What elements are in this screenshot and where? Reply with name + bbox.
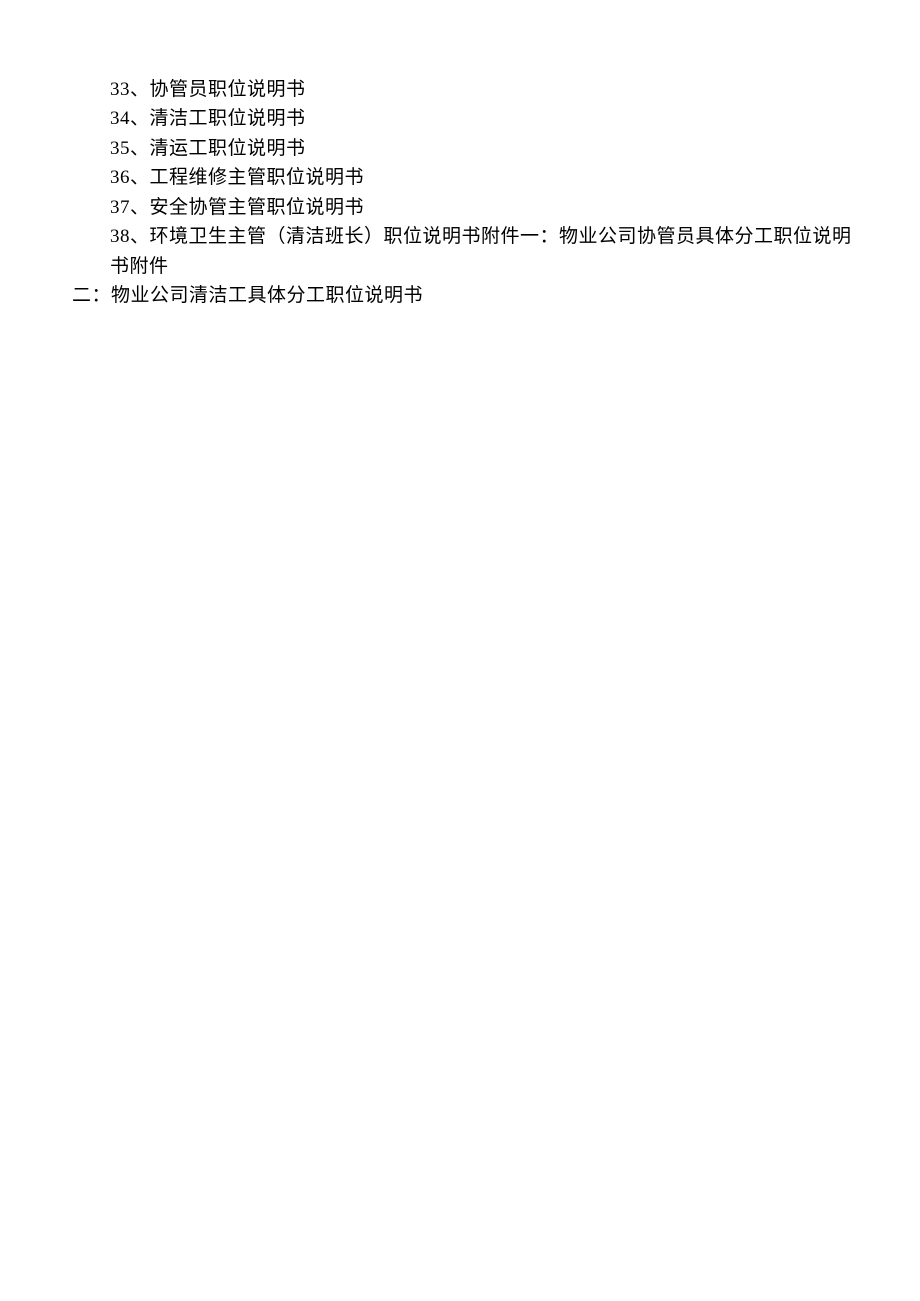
item-text: 、安全协管主管职位说明书 [130,197,364,218]
list-item: 35、清运工职位说明书 [72,134,865,163]
item-number: 33 [110,79,130,100]
item-text: 、协管员职位说明书 [130,79,306,100]
list-item: 33、协管员职位说明书 [72,75,865,104]
item-text-line1: 、环境卫生主管（清洁班长）职位说明书附件一：物业公司协管员具体分工职位说明书附件 [110,226,852,276]
item-number: 34 [110,108,130,129]
list-item-continuation: 二：物业公司清洁工具体分工职位说明书 [72,281,865,310]
item-number: 37 [110,197,130,218]
item-text: 、工程维修主管职位说明书 [130,167,364,188]
item-number: 35 [110,138,130,159]
list-item: 36、工程维修主管职位说明书 [72,163,865,192]
item-number: 36 [110,167,130,188]
item-number: 38 [110,226,130,247]
item-text-line2: 二：物业公司清洁工具体分工职位说明书 [72,285,423,306]
list-item: 34、清洁工职位说明书 [72,104,865,133]
list-item: 37、安全协管主管职位说明书 [72,193,865,222]
item-text: 、清洁工职位说明书 [130,108,306,129]
list-item: 38、环境卫生主管（清洁班长）职位说明书附件一：物业公司协管员具体分工职位说明书… [72,222,865,281]
item-text: 、清运工职位说明书 [130,138,306,159]
document-content: 33、协管员职位说明书 34、清洁工职位说明书 35、清运工职位说明书 36、工… [72,75,865,311]
